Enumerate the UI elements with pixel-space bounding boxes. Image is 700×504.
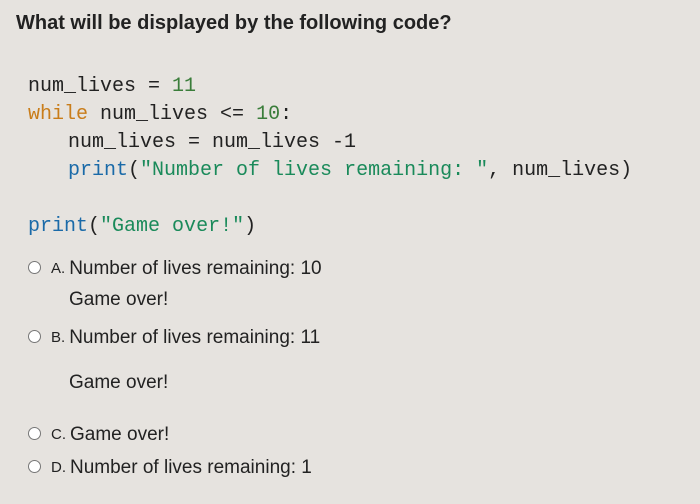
- radio-d[interactable]: [28, 460, 41, 473]
- code-line-5: print("Game over!"): [16, 215, 256, 238]
- option-d[interactable]: D. Number of lives remaining: 1: [16, 454, 684, 483]
- code-number: 10: [256, 103, 280, 126]
- radio-a[interactable]: [28, 261, 41, 274]
- code-text: :: [280, 103, 292, 126]
- code-function: print: [68, 159, 128, 182]
- question-title: What will be displayed by the following …: [16, 12, 684, 35]
- option-text: Game over!: [70, 421, 169, 450]
- code-text: num_lives = num_lives -1: [68, 131, 356, 154]
- option-text-line2: Game over!: [69, 286, 322, 315]
- option-text-line2: Game over!: [69, 369, 320, 398]
- code-text: , num_lives): [488, 159, 632, 182]
- options-list: A. Number of lives remaining: 10 Game ov…: [16, 255, 684, 482]
- code-text: (: [128, 159, 140, 182]
- code-block: num_lives = 11 while num_lives <= 10: nu…: [16, 45, 684, 241]
- code-function: print: [28, 215, 88, 238]
- code-line-4: print("Number of lives remaining: ", num…: [16, 159, 632, 182]
- option-letter: B.: [51, 324, 65, 353]
- option-c[interactable]: C. Game over!: [16, 421, 684, 450]
- code-text: num_lives =: [28, 75, 172, 98]
- option-text: Number of lives remaining: 1: [70, 454, 312, 483]
- option-text: Number of lives remaining: 10: [69, 255, 321, 284]
- option-letter: A.: [51, 255, 65, 284]
- radio-b[interactable]: [28, 330, 41, 343]
- option-b[interactable]: B. Number of lives remaining: 11 Game ov…: [16, 324, 684, 403]
- code-string: "Game over!": [100, 215, 244, 238]
- code-number: 11: [172, 75, 196, 98]
- code-line-2: while num_lives <= 10:: [16, 103, 292, 126]
- option-a[interactable]: A. Number of lives remaining: 10 Game ov…: [16, 255, 684, 320]
- option-text: Number of lives remaining: 11: [69, 324, 320, 353]
- code-text: num_lives <=: [88, 103, 256, 126]
- radio-c[interactable]: [28, 427, 41, 440]
- code-text: (: [88, 215, 100, 238]
- option-letter: D.: [51, 454, 66, 483]
- code-line-1: num_lives = 11: [16, 75, 196, 98]
- code-keyword: while: [28, 103, 88, 126]
- code-string: "Number of lives remaining: ": [140, 159, 488, 182]
- code-text: ): [244, 215, 256, 238]
- option-letter: C.: [51, 421, 66, 450]
- code-line-3: num_lives = num_lives -1: [16, 131, 356, 154]
